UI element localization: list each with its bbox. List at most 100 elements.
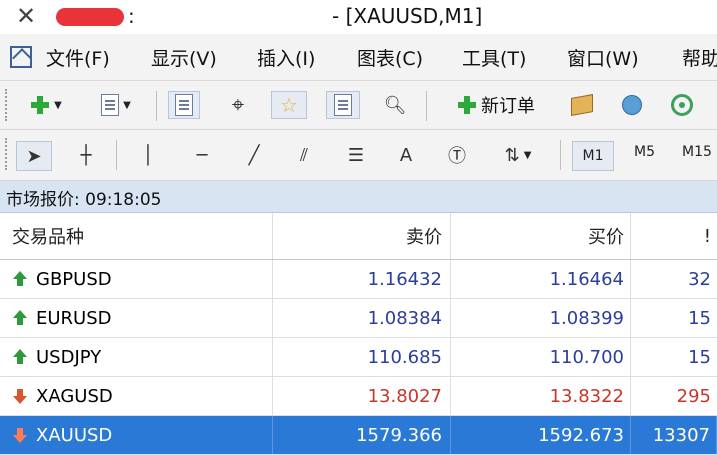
- arrow-cursor-icon: ➤: [26, 145, 42, 167]
- symbol-name: GBPUSD: [36, 268, 112, 290]
- bid-cell: 13.8027: [273, 377, 451, 415]
- ask-cell: 1592.673: [451, 416, 631, 454]
- crosshair-icon: ┼: [80, 144, 92, 166]
- profiles-button[interactable]: ▼: [88, 91, 144, 119]
- globe-icon: [622, 95, 642, 115]
- symbol-name: EURUSD: [36, 307, 112, 329]
- column-header-spread[interactable]: !: [631, 213, 717, 259]
- fibonacci-icon: ☰: [347, 144, 365, 166]
- channel-icon: ⫽: [299, 144, 309, 166]
- symbol-name: USDJPY: [36, 346, 102, 368]
- dropdown-caret-icon: ▼: [54, 99, 62, 111]
- toolbar-separator: [116, 140, 117, 170]
- bid-cell: 1.16432: [273, 260, 451, 298]
- column-header-symbol[interactable]: 交易品种: [0, 213, 273, 259]
- title-bar: ✕ : - [XAUUSD,M1]: [0, 0, 717, 34]
- strategy-tester-toggle[interactable]: 🔍︎: [378, 91, 412, 119]
- signals-button[interactable]: [666, 91, 698, 119]
- table-header-row: 交易品种 卖价 买价 !: [0, 213, 717, 260]
- fibonacci-tool[interactable]: ☰: [338, 141, 374, 169]
- horizontal-line-icon: ─: [196, 144, 208, 166]
- equidistant-channel-tool[interactable]: ⫽: [286, 141, 322, 169]
- table-row[interactable]: EURUSD 1.08384 1.08399 15: [0, 299, 717, 338]
- ask-cell: 13.8322: [451, 377, 631, 415]
- down-arrow-icon: [12, 388, 28, 404]
- symbol-name: XAUUSD: [36, 424, 113, 446]
- spread-cell: 32: [688, 268, 711, 290]
- symbol-cell: EURUSD: [0, 299, 273, 337]
- symbol-name: XAGUSD: [36, 385, 113, 407]
- table-row-selected[interactable]: XAUUSD 1579.366 1592.673 13307: [0, 416, 717, 455]
- market-watch-header: 市场报价: 09:18:05: [0, 181, 717, 213]
- timeframe-m5[interactable]: M5: [634, 144, 655, 160]
- terminal-toggle[interactable]: [326, 91, 360, 119]
- up-arrow-icon: [12, 349, 28, 365]
- close-icon[interactable]: ✕: [16, 2, 36, 30]
- ask-cell: 1.08399: [451, 299, 631, 337]
- new-order-button[interactable]: 新订单: [440, 91, 552, 119]
- trendline-tool[interactable]: ╱: [238, 141, 270, 169]
- line-studies-toolbar: ➤ ┼ │ ─ ╱ ⫽ ☰ A Ⓣ ⇅ ▼ M1 M5 M15: [0, 130, 717, 181]
- timeframe-m15[interactable]: M15: [682, 144, 712, 160]
- spread-cell: 295: [676, 385, 711, 407]
- arrows-icon: ⇅: [504, 144, 520, 166]
- metaeditor-button[interactable]: [566, 91, 598, 119]
- text-label-tool[interactable]: Ⓣ: [440, 141, 474, 169]
- ask-cell: 110.700: [451, 338, 631, 376]
- toolbar-separator: [560, 140, 561, 170]
- table-row[interactable]: XAGUSD 13.8027 13.8322 295: [0, 377, 717, 416]
- title-colon: :: [128, 4, 135, 28]
- navigator-toggle[interactable]: ☆: [271, 91, 307, 119]
- toolbar-grip[interactable]: [5, 89, 10, 121]
- crosshair-tool[interactable]: ┼: [70, 141, 102, 169]
- signal-icon: [671, 94, 693, 116]
- symbol-cell: XAGUSD: [0, 377, 273, 415]
- cursor-tool[interactable]: ➤: [16, 141, 52, 171]
- menu-charts[interactable]: 图表(C): [357, 44, 423, 71]
- horizontal-line-tool[interactable]: ─: [186, 141, 218, 169]
- text-tool[interactable]: A: [390, 141, 422, 169]
- community-button[interactable]: [616, 91, 648, 119]
- toolbar-grip[interactable]: [5, 138, 10, 170]
- market-watch-icon: [175, 94, 193, 116]
- column-header-ask[interactable]: 买价: [451, 213, 631, 259]
- text-label-icon: Ⓣ: [448, 146, 466, 167]
- timeframe-m1[interactable]: M1: [572, 141, 614, 171]
- toolbar-separator: [426, 91, 427, 121]
- menu-file[interactable]: 文件(F): [46, 44, 110, 71]
- market-watch-toggle[interactable]: [168, 91, 200, 119]
- app-menu-icon[interactable]: [10, 46, 32, 68]
- menu-help[interactable]: 帮助: [682, 44, 717, 71]
- up-arrow-icon: [12, 271, 28, 287]
- menu-window[interactable]: 窗口(W): [567, 44, 639, 71]
- arrows-tool[interactable]: ⇅ ▼: [490, 141, 546, 169]
- menu-tools[interactable]: 工具(T): [462, 44, 526, 71]
- down-arrow-icon: [12, 427, 28, 443]
- data-window-toggle[interactable]: ⌖: [222, 91, 254, 119]
- menu-bar: 文件(F) 显示(V) 插入(I) 图表(C) 工具(T) 窗口(W) 帮助: [0, 34, 717, 81]
- table-row[interactable]: USDJPY 110.685 110.700 15: [0, 338, 717, 377]
- bid-cell: 1579.366: [273, 416, 451, 454]
- timeframe-m1-label: M1: [582, 148, 604, 164]
- symbol-cell: USDJPY: [0, 338, 273, 376]
- menu-insert[interactable]: 插入(I): [257, 44, 315, 71]
- dropdown-caret-icon: ▼: [123, 99, 131, 111]
- bid-cell: 1.08384: [273, 299, 451, 337]
- navigator-star-icon: ☆: [280, 93, 298, 117]
- metaeditor-icon: [571, 94, 593, 116]
- new-chart-button[interactable]: ▼: [18, 91, 74, 119]
- up-arrow-icon: [12, 310, 28, 326]
- vertical-line-icon: │: [142, 144, 154, 166]
- column-header-bid[interactable]: 卖价: [273, 213, 451, 259]
- redacted-account-label: [56, 8, 124, 26]
- symbol-cell: GBPUSD: [0, 260, 273, 298]
- symbol-cell: XAUUSD: [0, 416, 273, 454]
- add-chart-icon: [30, 95, 50, 115]
- table-row[interactable]: GBPUSD 1.16432 1.16464 32: [0, 260, 717, 299]
- crosshair-icon: ⌖: [231, 92, 245, 118]
- terminal-icon: [334, 94, 352, 116]
- vertical-line-tool[interactable]: │: [134, 141, 162, 169]
- trendline-icon: ╱: [248, 144, 260, 166]
- menu-view[interactable]: 显示(V): [151, 44, 217, 71]
- window-title: - [XAUUSD,M1]: [332, 4, 483, 28]
